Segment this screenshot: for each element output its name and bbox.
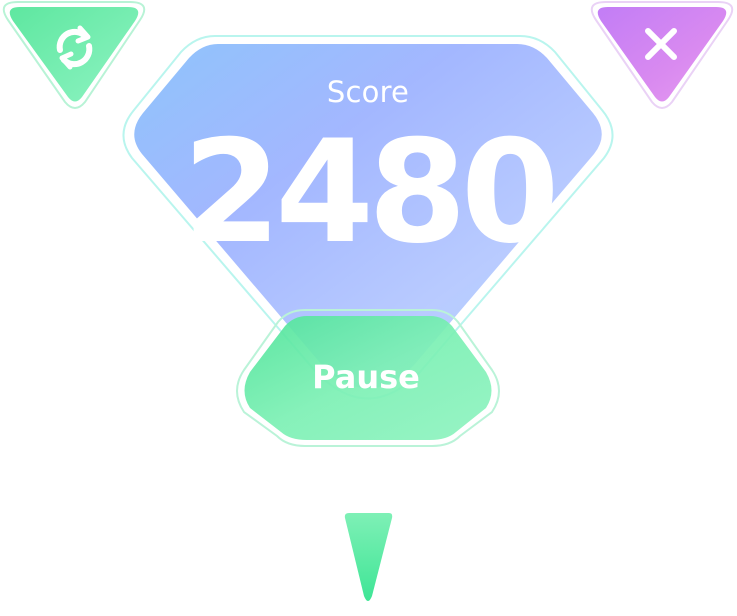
- restart-button[interactable]: [2, 1, 146, 109]
- down-arrow-icon: [344, 513, 393, 601]
- game-hud: [2, 1, 734, 601]
- close-button[interactable]: [590, 1, 734, 109]
- pause-button[interactable]: [236, 309, 500, 447]
